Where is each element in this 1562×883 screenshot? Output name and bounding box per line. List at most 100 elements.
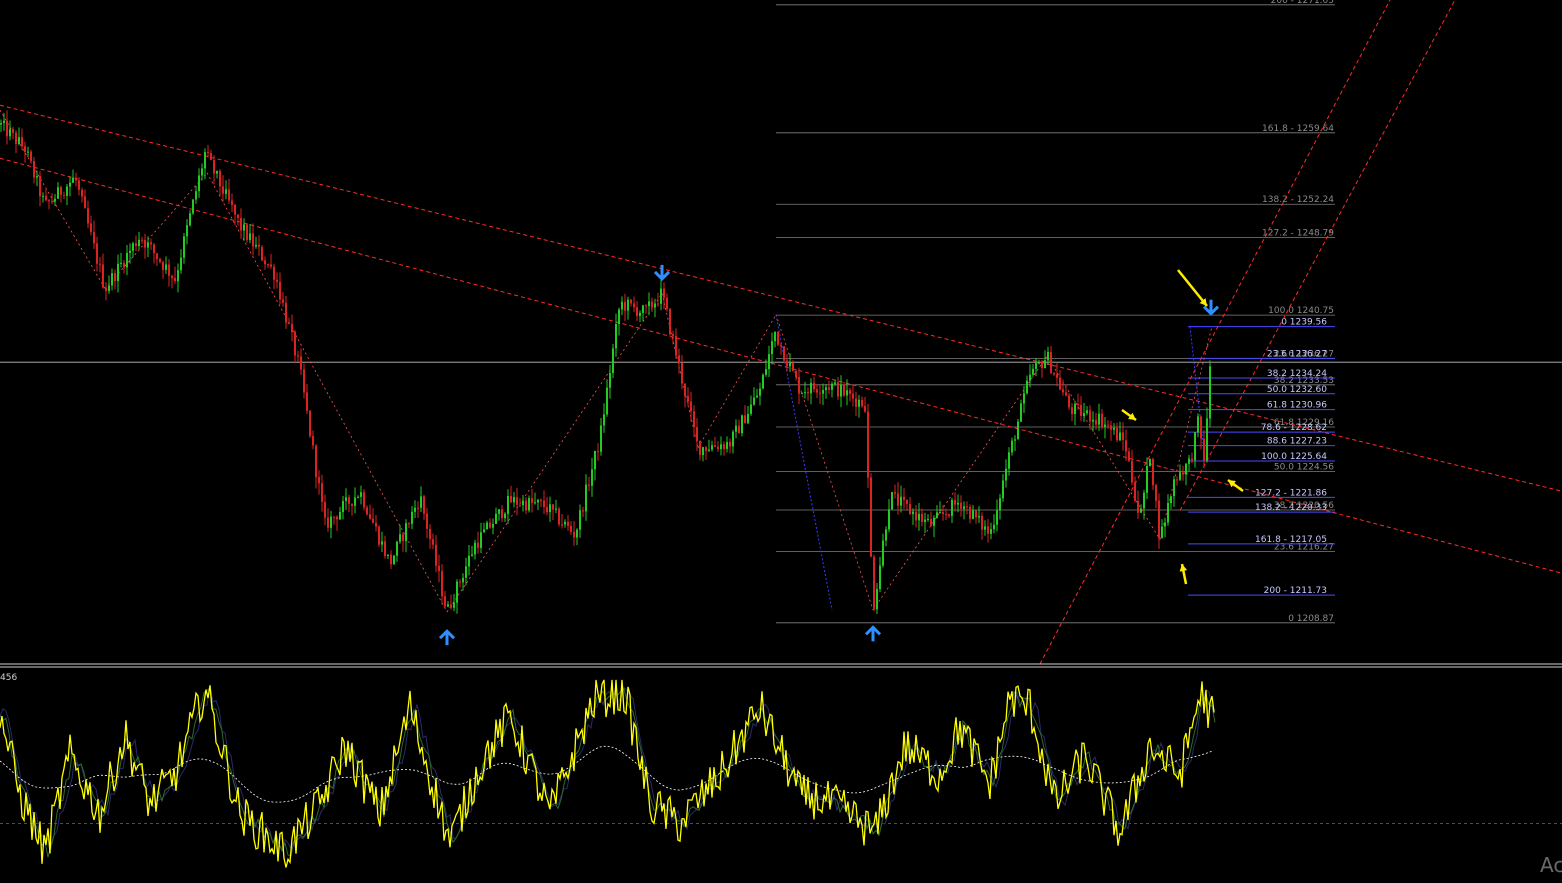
candle-bull	[996, 510, 998, 525]
candle-bull	[765, 369, 767, 375]
candle-bear	[240, 217, 242, 231]
candle-bear	[207, 152, 209, 154]
candle-bear	[873, 556, 875, 610]
candle-bear	[30, 151, 32, 162]
candle-bull	[927, 518, 929, 520]
candle-bull	[1149, 459, 1151, 466]
candle-bull	[1092, 419, 1094, 422]
candle-bear	[546, 506, 548, 512]
candle-bear	[228, 189, 230, 201]
candle-bear	[15, 132, 17, 145]
candle-bear	[159, 258, 161, 263]
candle-bear	[777, 331, 779, 345]
candle-bull	[741, 415, 743, 434]
candle-bear	[234, 204, 236, 215]
candle-bear	[144, 239, 146, 248]
candle-bull	[1119, 432, 1121, 441]
candle-bear	[570, 525, 572, 532]
fib-blue-label: 200 - 1211.73	[1264, 586, 1327, 596]
candle-bear	[960, 502, 962, 509]
candle-bull	[1017, 421, 1019, 440]
candle-bull	[606, 387, 608, 415]
candle-bull	[858, 399, 860, 407]
candle-bull	[483, 529, 485, 533]
candle-bull	[357, 496, 359, 498]
candle-bear	[510, 496, 512, 503]
candle-bull	[405, 523, 407, 542]
candle-bull	[216, 170, 218, 174]
candle-bull	[963, 506, 965, 509]
candle-bear	[657, 303, 659, 305]
candle-bull	[1044, 360, 1046, 369]
fib-grey-label: 138.2 - 1252.24	[1262, 195, 1334, 205]
candle-bear	[1080, 404, 1082, 416]
candle-bull	[192, 199, 194, 214]
candle-bull	[1173, 479, 1175, 497]
candle-bear	[1200, 416, 1202, 439]
candle-bull	[1083, 413, 1085, 416]
candle-bear	[633, 303, 635, 308]
fib-grey-label: 127.2 - 1248.79	[1262, 229, 1334, 239]
candle-bear	[669, 308, 671, 335]
candle-bear	[351, 503, 353, 506]
candle-bull	[201, 168, 203, 176]
candle-bull	[72, 177, 74, 183]
candle-bear	[78, 180, 80, 190]
candle-bull	[993, 524, 995, 530]
candle-bull	[396, 541, 398, 556]
candle-bull	[612, 348, 614, 373]
candle-bear	[39, 176, 41, 197]
candle-bear	[24, 146, 26, 153]
candle-bull	[876, 589, 878, 610]
candle-bull	[1143, 492, 1145, 509]
candle-bear	[252, 233, 254, 247]
candle-bull	[888, 509, 890, 530]
candle-bull	[639, 312, 641, 316]
candle-bull	[1098, 413, 1100, 425]
candle-bull	[810, 382, 812, 394]
candle-bull	[132, 243, 134, 251]
candle-bull	[66, 186, 68, 196]
candle-bull	[1002, 480, 1004, 499]
candle-bull	[465, 566, 467, 578]
candle-bear	[597, 450, 599, 452]
candle-bull	[1140, 508, 1142, 513]
candle-bull	[1038, 362, 1040, 364]
candle-bear	[681, 362, 683, 384]
candle-bull	[711, 445, 713, 450]
candle-bull	[1011, 440, 1013, 453]
candle-bull	[891, 492, 893, 510]
candle-bear	[684, 383, 686, 397]
candle-bull	[339, 512, 341, 520]
candle-bull	[762, 374, 764, 389]
fib-grey-label: 50.0 1224.56	[1274, 462, 1334, 472]
candle-bull	[534, 502, 536, 504]
candle-bear	[153, 244, 155, 254]
candle-bear	[561, 524, 563, 526]
candle-bull	[420, 496, 422, 508]
candle-bull	[759, 388, 761, 396]
candle-bull	[936, 512, 938, 518]
trading-chart[interactable]: 200 - 1271.05 161.8 - 1259.64 138.2 - 1252…	[0, 0, 1562, 879]
candle-bull	[918, 513, 920, 521]
candle-bear	[1077, 404, 1079, 406]
candle-bear	[636, 307, 638, 316]
candle-bull	[753, 397, 755, 405]
candle-bull	[330, 516, 332, 528]
candle-bear	[267, 264, 269, 266]
candle-bear	[966, 506, 968, 508]
candle-bear	[666, 297, 668, 309]
candle-bull	[147, 242, 149, 248]
candle-bull	[480, 532, 482, 548]
candle-bear	[675, 336, 677, 356]
candle-bull	[354, 497, 356, 506]
candle-bull	[1146, 465, 1148, 493]
candle-bull	[1170, 496, 1172, 504]
candle-bear	[792, 363, 794, 371]
candle-bull	[933, 517, 935, 526]
candle-bear	[321, 483, 323, 502]
candle-bull	[654, 303, 656, 308]
candle-bear	[894, 492, 896, 494]
candle-bull	[747, 413, 749, 424]
fib-blue-label: 0 1239.56	[1281, 318, 1327, 328]
